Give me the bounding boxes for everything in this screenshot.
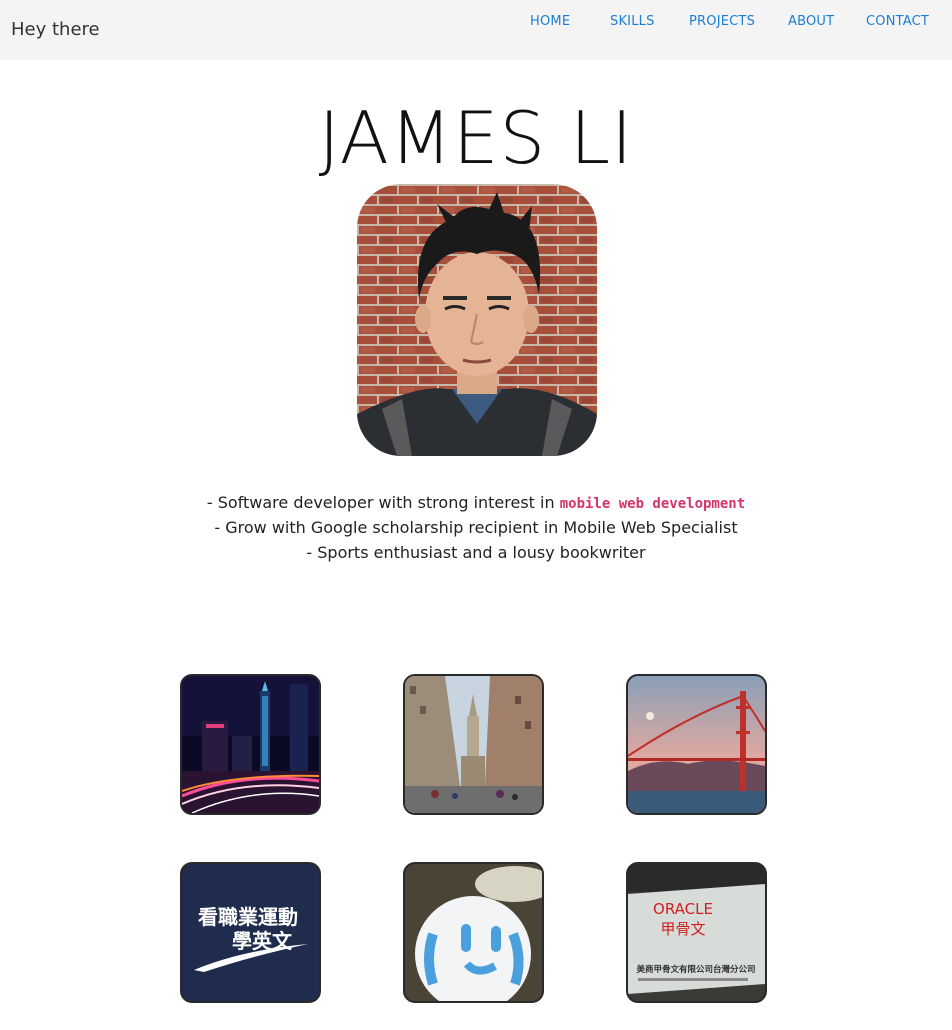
golden-gate-bridge-tile[interactable] [626,674,767,815]
smiley-pillow-tile[interactable] [403,862,544,1003]
bio-line-1-text: - Software developer with strong interes… [206,493,560,512]
sports-english-logo-image: 看職業運動 學英文 [182,864,319,1001]
nav-about[interactable]: ABOUT [788,14,834,32]
site-brand[interactable]: Hey there [11,19,100,40]
oracle-brand-zh-text: 甲骨文 [660,920,705,938]
philadelphia-street-tile[interactable] [403,674,544,815]
nav-home[interactable]: HOME [530,14,570,32]
oracle-sign-text: 美商甲骨文有限公司台灣分公司 [636,964,755,975]
oracle-brand-text: ORACLE [653,900,713,918]
bio-line-3: - Sports enthusiast and a lousy bookwrit… [306,543,646,562]
page-title: JAMES LI [318,96,634,180]
top-navigation-bar: Hey there HOME SKILLS PROJECTS ABOUT CON… [0,0,952,60]
taipei-night-tile[interactable] [180,674,321,815]
oracle-office-tile[interactable]: ORACLE 甲骨文 美商甲骨文有限公司台灣分公司 [626,862,767,1003]
bio-line-2: - Grow with Google scholarship recipient… [214,518,738,537]
profile-photo [357,184,597,456]
philadelphia-street-image [405,676,542,813]
bio-line-1: - Software developer with strong interes… [0,493,952,514]
bio-highlight: mobile web development [559,496,746,512]
nav-projects[interactable]: PROJECTS [689,14,755,32]
portrait-photo-icon [357,184,597,456]
taipei-night-image [182,676,319,813]
nav-skills[interactable]: SKILLS [610,14,655,32]
nav-contact[interactable]: CONTACT [866,14,929,32]
oracle-office-image: ORACLE 甲骨文 美商甲骨文有限公司台灣分公司 [628,864,765,1001]
smiley-pillow-image [405,864,542,1001]
logo-text-line1: 看職業運動 [198,905,298,929]
sports-english-logo-tile[interactable]: 看職業運動 學英文 [180,862,321,1003]
golden-gate-bridge-image [628,676,765,813]
